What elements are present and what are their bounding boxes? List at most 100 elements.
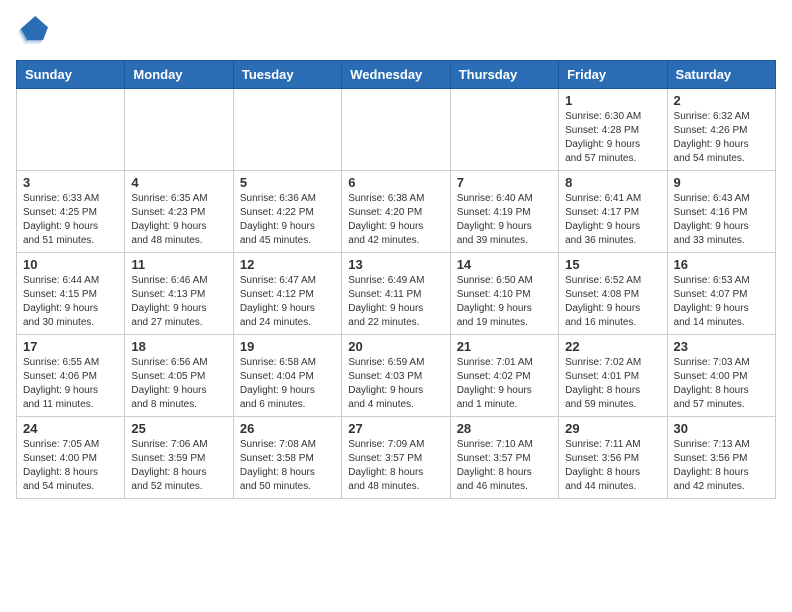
day-info: Sunrise: 7:09 AM Sunset: 3:57 PM Dayligh… <box>348 438 443 494</box>
week-row: 3 Sunrise: 6:33 AM Sunset: 4:25 PM Daylig… <box>17 171 776 253</box>
calendar-cell: 13 Sunrise: 6:49 AM Sunset: 4:11 PM Dayli… <box>342 253 450 335</box>
calendar-cell: 1 Sunrise: 6:30 AM Sunset: 4:28 PM Daylig… <box>559 89 667 171</box>
day-info: Sunrise: 6:40 AM Sunset: 4:19 PM Dayligh… <box>457 192 552 248</box>
day-number: 24 <box>23 421 118 436</box>
day-number: 14 <box>457 257 552 272</box>
day-info: Sunrise: 7:13 AM Sunset: 3:56 PM Dayligh… <box>674 438 769 494</box>
day-info: Sunrise: 6:53 AM Sunset: 4:07 PM Dayligh… <box>674 274 769 330</box>
week-row: 10Sunrise: 6:44 AM Sunset: 4:15 PM Dayli… <box>17 253 776 335</box>
day-number: 17 <box>23 339 118 354</box>
day-of-week-header: Friday <box>559 61 667 89</box>
calendar-cell <box>233 89 341 171</box>
calendar-cell: 27 Sunrise: 7:09 AM Sunset: 3:57 PM Dayli… <box>342 417 450 499</box>
calendar-cell <box>17 89 125 171</box>
day-number: 10 <box>23 257 118 272</box>
day-of-week-header: Wednesday <box>342 61 450 89</box>
logo <box>16 16 52 48</box>
day-number: 21 <box>457 339 552 354</box>
day-number: 1 <box>565 93 660 108</box>
day-info: Sunrise: 6:56 AM Sunset: 4:05 PM Dayligh… <box>131 356 226 412</box>
calendar-body: 1 Sunrise: 6:30 AM Sunset: 4:28 PM Daylig… <box>17 89 776 499</box>
day-number: 15 <box>565 257 660 272</box>
day-info: Sunrise: 7:06 AM Sunset: 3:59 PM Dayligh… <box>131 438 226 494</box>
logo-icon <box>16 16 48 48</box>
day-of-week-header: Sunday <box>17 61 125 89</box>
day-info: Sunrise: 6:38 AM Sunset: 4:20 PM Dayligh… <box>348 192 443 248</box>
day-number: 8 <box>565 175 660 190</box>
calendar-cell: 15 Sunrise: 6:52 AM Sunset: 4:08 PM Dayli… <box>559 253 667 335</box>
calendar-cell: 14 Sunrise: 6:50 AM Sunset: 4:10 PM Dayli… <box>450 253 558 335</box>
day-info: Sunrise: 6:36 AM Sunset: 4:22 PM Dayligh… <box>240 192 335 248</box>
day-number: 6 <box>348 175 443 190</box>
calendar-cell: 11 Sunrise: 6:46 AM Sunset: 4:13 PM Dayli… <box>125 253 233 335</box>
day-number: 16 <box>674 257 769 272</box>
day-number: 13 <box>348 257 443 272</box>
day-info: Sunrise: 6:52 AM Sunset: 4:08 PM Dayligh… <box>565 274 660 330</box>
week-row: 17 Sunrise: 6:55 AM Sunset: 4:06 PM Dayli… <box>17 335 776 417</box>
calendar-cell: 21 Sunrise: 7:01 AM Sunset: 4:02 PM Dayli… <box>450 335 558 417</box>
day-info: Sunrise: 6:33 AM Sunset: 4:25 PM Dayligh… <box>23 192 118 248</box>
day-info: Sunrise: 6:47 AM Sunset: 4:12 PM Dayligh… <box>240 274 335 330</box>
day-info: Sunrise: 7:10 AM Sunset: 3:57 PM Dayligh… <box>457 438 552 494</box>
day-info: Sunrise: 7:01 AM Sunset: 4:02 PM Dayligh… <box>457 356 552 412</box>
calendar-cell: 28 Sunrise: 7:10 AM Sunset: 3:57 PM Dayli… <box>450 417 558 499</box>
calendar-cell: 29 Sunrise: 7:11 AM Sunset: 3:56 PM Dayli… <box>559 417 667 499</box>
day-info: Sunrise: 6:46 AM Sunset: 4:13 PM Dayligh… <box>131 274 226 330</box>
day-number: 23 <box>674 339 769 354</box>
day-info: Sunrise: 6:50 AM Sunset: 4:10 PM Dayligh… <box>457 274 552 330</box>
day-info: Sunrise: 6:55 AM Sunset: 4:06 PM Dayligh… <box>23 356 118 412</box>
day-info: Sunrise: 7:02 AM Sunset: 4:01 PM Dayligh… <box>565 356 660 412</box>
calendar-cell: 19Sunrise: 6:58 AM Sunset: 4:04 PM Dayli… <box>233 335 341 417</box>
calendar-table: SundayMondayTuesdayWednesdayThursdayFrid… <box>16 60 776 499</box>
day-info: Sunrise: 7:05 AM Sunset: 4:00 PM Dayligh… <box>23 438 118 494</box>
day-number: 12 <box>240 257 335 272</box>
day-number: 27 <box>348 421 443 436</box>
day-of-week-header: Monday <box>125 61 233 89</box>
day-info: Sunrise: 6:41 AM Sunset: 4:17 PM Dayligh… <box>565 192 660 248</box>
day-number: 18 <box>131 339 226 354</box>
calendar-cell: 7 Sunrise: 6:40 AM Sunset: 4:19 PM Daylig… <box>450 171 558 253</box>
calendar-cell: 17 Sunrise: 6:55 AM Sunset: 4:06 PM Dayli… <box>17 335 125 417</box>
day-of-week-header: Thursday <box>450 61 558 89</box>
calendar-cell: 2 Sunrise: 6:32 AM Sunset: 4:26 PM Daylig… <box>667 89 775 171</box>
week-row: 24 Sunrise: 7:05 AM Sunset: 4:00 PM Dayli… <box>17 417 776 499</box>
days-of-week-row: SundayMondayTuesdayWednesdayThursdayFrid… <box>17 61 776 89</box>
calendar-cell: 24 Sunrise: 7:05 AM Sunset: 4:00 PM Dayli… <box>17 417 125 499</box>
calendar-cell <box>450 89 558 171</box>
calendar-cell <box>342 89 450 171</box>
day-number: 3 <box>23 175 118 190</box>
day-number: 5 <box>240 175 335 190</box>
day-number: 7 <box>457 175 552 190</box>
day-info: Sunrise: 6:35 AM Sunset: 4:23 PM Dayligh… <box>131 192 226 248</box>
calendar-cell: 9 Sunrise: 6:43 AM Sunset: 4:16 PM Daylig… <box>667 171 775 253</box>
day-number: 2 <box>674 93 769 108</box>
calendar-cell: 26 Sunrise: 7:08 AM Sunset: 3:58 PM Dayli… <box>233 417 341 499</box>
day-info: Sunrise: 6:30 AM Sunset: 4:28 PM Dayligh… <box>565 110 660 166</box>
calendar-cell: 4 Sunrise: 6:35 AM Sunset: 4:23 PM Daylig… <box>125 171 233 253</box>
day-number: 25 <box>131 421 226 436</box>
day-number: 29 <box>565 421 660 436</box>
page-header <box>16 16 776 48</box>
day-info: Sunrise: 6:43 AM Sunset: 4:16 PM Dayligh… <box>674 192 769 248</box>
day-info: Sunrise: 7:08 AM Sunset: 3:58 PM Dayligh… <box>240 438 335 494</box>
calendar-cell: 20Sunrise: 6:59 AM Sunset: 4:03 PM Dayli… <box>342 335 450 417</box>
day-info: Sunrise: 7:11 AM Sunset: 3:56 PM Dayligh… <box>565 438 660 494</box>
calendar-header: SundayMondayTuesdayWednesdayThursdayFrid… <box>17 61 776 89</box>
day-number: 9 <box>674 175 769 190</box>
day-info: Sunrise: 6:32 AM Sunset: 4:26 PM Dayligh… <box>674 110 769 166</box>
calendar-cell: 25 Sunrise: 7:06 AM Sunset: 3:59 PM Dayli… <box>125 417 233 499</box>
week-row: 1 Sunrise: 6:30 AM Sunset: 4:28 PM Daylig… <box>17 89 776 171</box>
day-info: Sunrise: 7:03 AM Sunset: 4:00 PM Dayligh… <box>674 356 769 412</box>
calendar-cell: 6 Sunrise: 6:38 AM Sunset: 4:20 PM Daylig… <box>342 171 450 253</box>
calendar-cell: 5 Sunrise: 6:36 AM Sunset: 4:22 PM Daylig… <box>233 171 341 253</box>
day-number: 4 <box>131 175 226 190</box>
day-number: 26 <box>240 421 335 436</box>
calendar-cell: 3 Sunrise: 6:33 AM Sunset: 4:25 PM Daylig… <box>17 171 125 253</box>
calendar-cell: 16 Sunrise: 6:53 AM Sunset: 4:07 PM Dayli… <box>667 253 775 335</box>
day-info: Sunrise: 6:49 AM Sunset: 4:11 PM Dayligh… <box>348 274 443 330</box>
day-of-week-header: Tuesday <box>233 61 341 89</box>
calendar-cell: 12 Sunrise: 6:47 AM Sunset: 4:12 PM Dayli… <box>233 253 341 335</box>
day-number: 28 <box>457 421 552 436</box>
day-number: 11 <box>131 257 226 272</box>
day-info: Sunrise: 6:58 AM Sunset: 4:04 PM Dayligh… <box>240 356 335 412</box>
